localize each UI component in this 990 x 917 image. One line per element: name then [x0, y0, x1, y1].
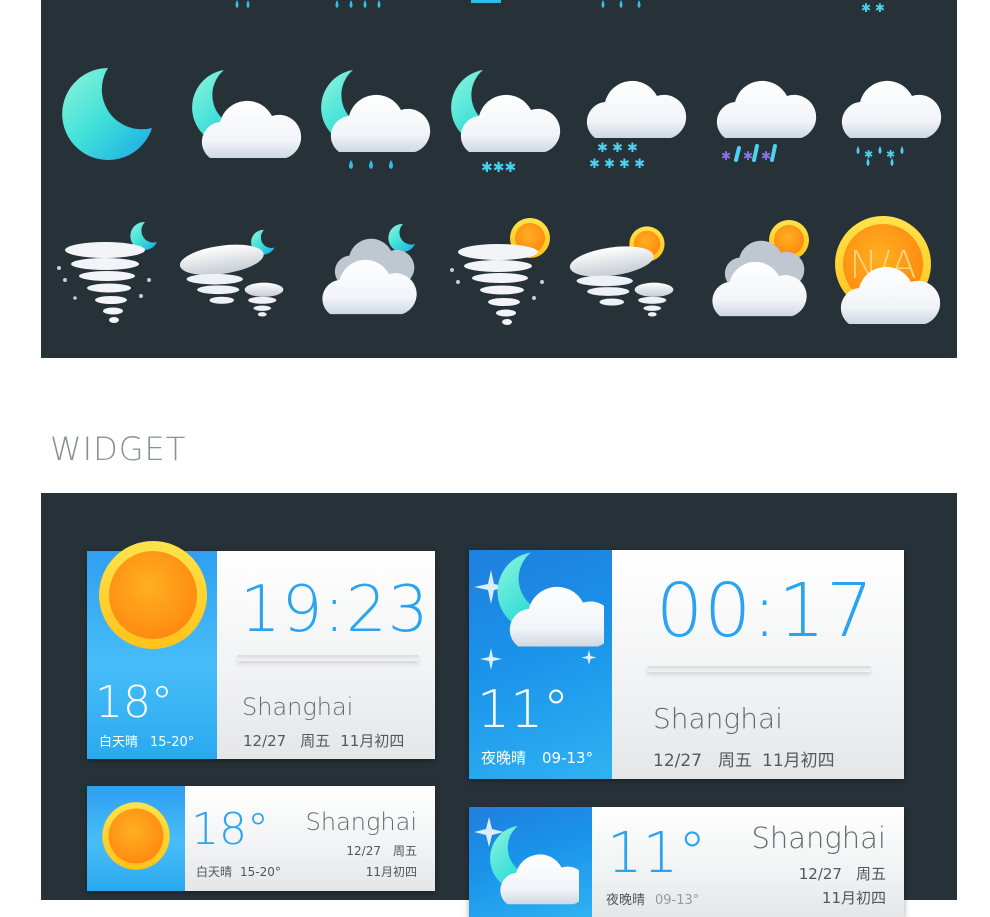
widget-time: 19:23 — [240, 573, 430, 647]
rain-drops-partial: ✱ ✱ — [235, 0, 885, 14]
moon-cloud-icon — [497, 552, 604, 647]
moon-cloud-snow-icon: ✱✱✱ — [443, 60, 561, 176]
day-compact-widget[interactable]: 18° 白天晴 15-20° Shanghai 12/27 周五 11月初四 — [87, 786, 435, 891]
widget-lunar-date: 11月初四 — [365, 865, 417, 879]
cloud-sleet-icon: ✱ ✱ ✱ — [701, 60, 817, 170]
svg-text:✱ ✱ ✱ ✱: ✱ ✱ ✱ ✱ — [589, 157, 645, 172]
widget-showcase-panel: 18° 白天晴 15-20° 19:23 Shanghai 12/27 周五 11月初… — [41, 493, 957, 917]
widget-condition: 夜晚晴 09-13° — [606, 893, 700, 908]
widget-city: Shanghai — [305, 808, 417, 836]
night-typhoon-icon — [176, 218, 286, 328]
svg-text:✱: ✱ — [886, 148, 895, 161]
svg-text:✱: ✱ — [743, 149, 753, 163]
sun-icon — [102, 802, 170, 870]
day-tornado-icon — [446, 218, 556, 328]
day-cloudy-icon — [703, 218, 813, 328]
moon-cloud-icon — [184, 60, 302, 170]
widget-city: Shanghai — [653, 702, 783, 735]
widget-date: 12/27 周五 11月初四 — [653, 751, 835, 771]
widget-condition: 白天晴 15-20° — [196, 865, 281, 879]
widget-temperature: 18° — [191, 804, 269, 855]
widget-condition: 白天晴 15-20° — [99, 735, 195, 750]
icon-showcase-panel: ✱ ✱ ✱✱✱ ✱ ✱ ✱ ✱ ✱ ✱ ✱ ✱ ✱ ✱ ✱ ✱ N/A — [41, 0, 957, 358]
svg-text:✱ ✱: ✱ ✱ — [861, 1, 885, 14]
svg-text:✱: ✱ — [864, 148, 873, 161]
svg-text:✱: ✱ — [721, 149, 731, 163]
widget-temperature: 11° — [477, 680, 570, 740]
moon-icon — [56, 60, 166, 170]
widget-temperature: 11° — [607, 821, 707, 886]
moon-cloud-rain-icon — [313, 60, 431, 170]
cloud-snow-icon: ✱ ✱ ✱ ✱ ✱ ✱ ✱ — [571, 60, 687, 172]
night-tornado-icon — [53, 218, 163, 328]
not-available-icon: N/A — [831, 216, 941, 328]
night-cloudy-icon — [313, 218, 423, 328]
day-typhoon-icon — [566, 218, 676, 328]
widget-date: 12/27 周五 — [798, 865, 886, 883]
widget-divider — [647, 666, 871, 672]
section-title: WIDGET — [50, 430, 187, 468]
widget-divider — [237, 655, 419, 661]
widget-temperature: 18° — [95, 677, 173, 728]
widget-city: Shanghai — [751, 821, 886, 855]
widget-city: Shanghai — [242, 693, 354, 721]
widget-date: 12/27 周五 11月初四 — [243, 732, 405, 750]
widget-condition: 夜晚晴 09-13° — [481, 749, 594, 767]
cloud-snow-rain-icon: ✱ ✱ — [826, 60, 942, 170]
svg-text:✱ ✱ ✱: ✱ ✱ ✱ — [597, 141, 638, 156]
sun-icon — [99, 541, 207, 649]
night-compact-widget[interactable]: 11° 夜晚晴 09-13° Shanghai 12/27 周五 11月初四 — [469, 807, 904, 917]
night-clock-widget[interactable]: 11° 夜晚晴 09-13° 00:17 Shanghai 12/27 周五 11月初… — [469, 550, 904, 779]
svg-text:✱✱✱: ✱✱✱ — [481, 160, 516, 176]
widget-date: 12/27 周五 — [346, 844, 417, 858]
svg-text:✱: ✱ — [761, 149, 771, 163]
widget-time: 00:17 — [656, 568, 875, 654]
moon-cloud-icon — [490, 825, 579, 905]
day-clock-widget[interactable]: 18° 白天晴 15-20° 19:23 Shanghai 12/27 周五 11月初… — [87, 541, 435, 759]
widget-lunar-date: 11月初四 — [821, 889, 886, 907]
